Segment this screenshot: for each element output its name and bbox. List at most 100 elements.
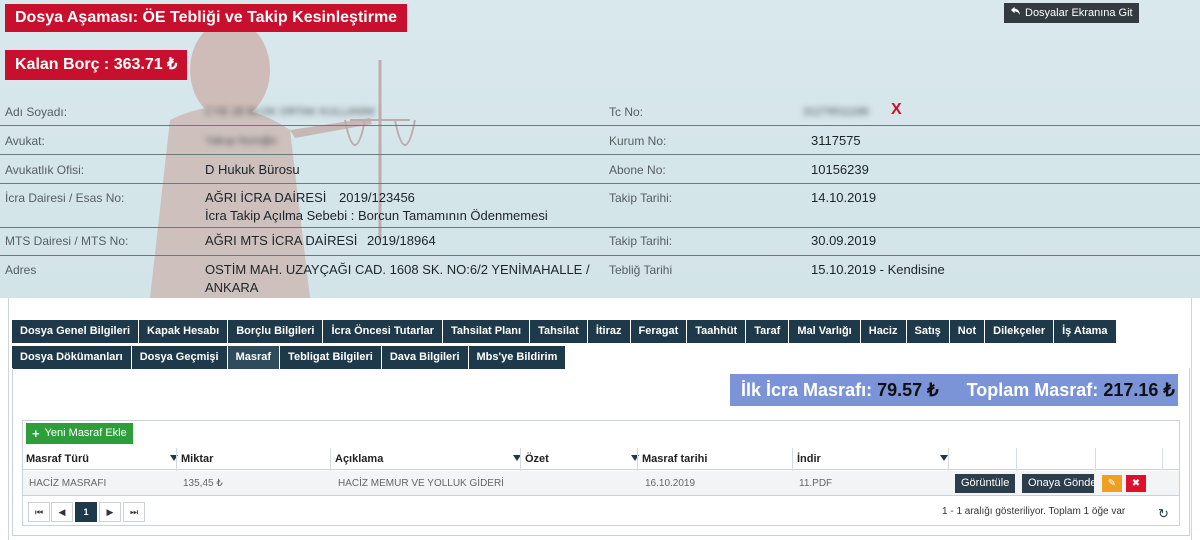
column-header-download[interactable]: İndir [795,448,821,470]
column-header-summary[interactable]: Özet [523,448,549,470]
plus-icon: + [32,426,40,441]
refresh-icon[interactable]: ↻ [1158,506,1169,522]
next-page-button[interactable]: ▶ [99,502,121,522]
view-button[interactable]: Görüntüle [955,474,1016,493]
lawyer-label: Avukat: [5,134,45,148]
teblig-date-value: 15.10.2019 - Kendisine [811,262,945,277]
add-expense-label: Yeni Masraf Ekle [44,427,127,439]
column-divider [1162,448,1163,470]
first-expense-value: 79.57 ₺ [877,380,939,400]
institution-value: 3117575 [811,133,861,148]
name-label: Adı Soyadı: [5,105,68,119]
tc-value: 31279511188 [803,106,869,118]
tab-mal-varlığı[interactable]: Mal Varlığı [789,320,860,343]
column-header-date[interactable]: Masraf tarihi [640,448,707,470]
takip2-date-label: Takip Tarihi: [609,234,673,248]
back-button-label: Dosyalar Ekranına Git [1025,7,1133,19]
back-to-files-button[interactable]: Dosyalar Ekranına Git [1004,3,1139,23]
total-expense-label: Toplam Masraf: [966,380,1099,400]
info-row-address [0,256,1200,298]
back-arrow-icon [1010,3,1021,23]
subscriber-value: 10156239 [811,162,869,177]
mts-office-value: AĞRI MTS İCRA DAİRESİ [205,233,358,248]
column-header-type[interactable]: Masraf Türü [24,448,89,470]
prev-page-button[interactable]: ◀ [51,502,73,522]
current-page[interactable]: 1 [75,502,97,522]
address-label: Adres [5,263,37,277]
last-page-icon: ⏭ [129,507,139,517]
cell-description: HACİZ MEMUR VE YOLLUK GİDERİ [338,478,504,489]
tab-i-ş-atama[interactable]: İş Atama [1054,320,1116,343]
prev-page-icon: ◀ [58,507,66,517]
filter-icon[interactable] [940,455,948,461]
case-header: Dosya Aşaması: ÖE Tebliği ve Takip Kesin… [0,0,1200,298]
mts-number-value: 2019/18964 [367,233,436,248]
name-value: CYB 1B BLOK ORTAK KULLANIM [205,106,375,118]
next-page-icon: ▶ [106,507,114,517]
tab-dava-bilgileri[interactable]: Dava Bilgileri [381,346,468,369]
cell-date: 16.10.2019 [645,478,696,489]
office-label: Avukatlık Ofisi: [5,163,85,177]
icra-office-value: AĞRI İCRA DAİRESİ [205,190,327,205]
remaining-debt-badge: Kalan Borç : 363.71 ₺ [5,50,188,80]
paging-info: 1 - 1 aralığı gösteriliyor. Toplam 1 öğe… [942,506,1126,517]
first-page-button[interactable]: ⏮ [28,502,50,522]
tab-bar-row1: Dosya Genel Bilgileri Kapak Hesabı Borçlu … [12,320,1117,343]
tab-borçlu-bilgileri[interactable]: Borçlu Bilgileri [228,320,323,343]
tab-dosya-geçmişi[interactable]: Dosya Geçmişi [131,346,227,369]
edit-button[interactable]: ✎ [1102,475,1122,492]
close-icon: ✖ [1131,478,1141,489]
send-for-approval-button[interactable]: Onaya Gönder [1022,474,1094,493]
pencil-icon: ✎ [1107,478,1117,489]
tab-taahhüt[interactable]: Taahhüt [687,320,746,343]
tab-i-cra-öncesi-tutarlar[interactable]: İcra Öncesi Tutarlar [323,320,442,343]
info-row-office [0,155,1200,184]
info-row-name [0,97,1200,126]
mts-label: MTS Dairesi / MTS No: [5,234,129,248]
cell-amount: 135,45 ₺ [183,478,223,489]
tab-dosya-dökümanları[interactable]: Dosya Dökümanları [12,346,131,369]
tab-not[interactable]: Not [949,320,985,343]
column-header-description[interactable]: Açıklama [333,448,383,470]
tab-mbs-ye-bildirim[interactable]: Mbs'ye Bildirim [468,346,566,369]
tab-taraf[interactable]: Taraf [746,320,789,343]
office-value: D Hukuk Bürosu [205,162,300,177]
takip2-date-value: 30.09.2019 [811,233,877,248]
icra-reason-value: İcra Takip Açılma Sebebi : Borcun Tamamı… [205,208,548,223]
tab-feragat[interactable]: Feragat [630,320,687,343]
cell-type: HACİZ MASRAFI [29,478,107,489]
tab-bar-row2: Dosya Dökümanları Dosya Geçmişi Masraf Tebl… [12,346,566,369]
teblig-date-label: Tebliğ Tarihi [609,263,673,277]
info-row-mts [0,228,1200,256]
address-line1: OSTİM MAH. UZAYÇAĞI CAD. 1608 SK. NO:6/2… [205,262,590,277]
subscriber-label: Abone No: [609,163,666,177]
first-page-icon: ⏮ [34,507,44,517]
tc-clear-button[interactable]: X [891,101,902,119]
delete-button[interactable]: ✖ [1126,475,1146,492]
page-title: Dosya Aşaması: ÖE Tebliği ve Takip Kesin… [5,4,408,32]
lawyer-value: Yakup Nuroğlu [205,135,277,147]
tab-haciz[interactable]: Haciz [860,320,906,343]
takip-date-value: 14.10.2019 [811,190,877,205]
tab-masraf[interactable]: Masraf [227,346,280,369]
tab-tahsilat[interactable]: Tahsilat [530,320,587,343]
last-page-button[interactable]: ⏭ [123,502,145,522]
icra-number-value: 2019/123456 [339,190,415,205]
tab-satış[interactable]: Satış [906,320,949,343]
info-row-icra [0,184,1200,228]
tab-tebligat-bilgileri[interactable]: Tebligat Bilgileri [280,346,381,369]
column-header-amount[interactable]: Miktar [179,448,213,470]
cell-download[interactable]: 11.PDF [799,471,832,496]
total-expense-value: 217.16 ₺ [1103,380,1175,400]
tab-i-tiraz[interactable]: İtiraz [587,320,630,343]
first-expense-label: İlk İcra Masrafı: [741,380,873,400]
add-expense-button[interactable]: + Yeni Masraf Ekle [26,423,133,444]
address-line2: ANKARA [205,280,259,295]
institution-label: Kurum No: [609,134,667,148]
icra-label: İcra Dairesi / Esas No: [5,191,125,205]
tab-tahsilat-planı[interactable]: Tahsilat Planı [442,320,530,343]
tab-kapak-hesabı[interactable]: Kapak Hesabı [139,320,228,343]
tab-dosya-genel-bilgileri[interactable]: Dosya Genel Bilgileri [12,320,139,343]
tab-dilekçeler[interactable]: Dilekçeler [985,320,1054,343]
takip-date-label: Takip Tarihi: [609,191,673,205]
